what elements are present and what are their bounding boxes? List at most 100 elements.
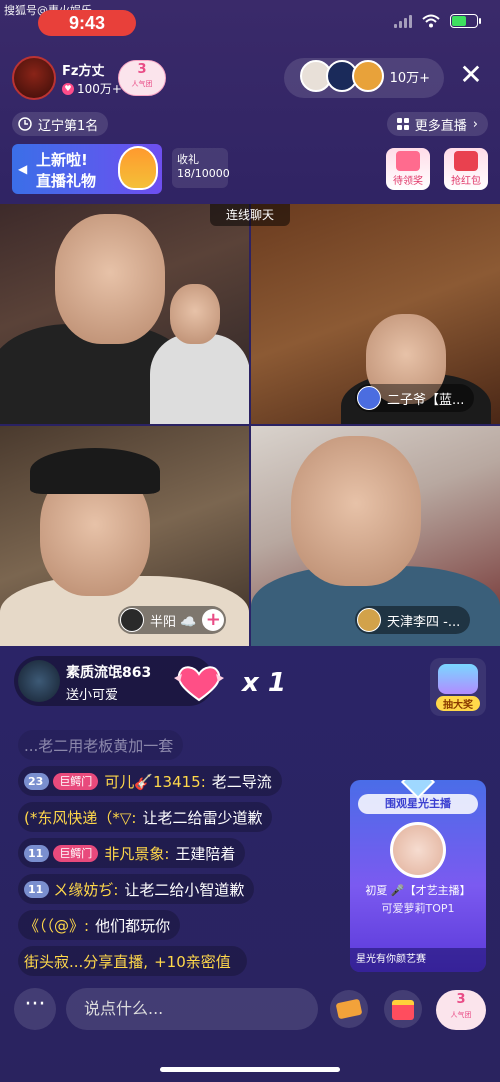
star-anchor-tag: 可爱萝莉TOP1 (381, 902, 455, 915)
viewer-avatar[interactable] (351, 60, 384, 92)
gift-box-icon[interactable] (384, 990, 422, 1028)
heart-gift-icon (174, 666, 224, 702)
tile-avatar (120, 608, 144, 632)
gift-name: 送小可爱 (66, 688, 119, 703)
chat-username[interactable]: 街头寂...分享直播, (24, 951, 148, 972)
star-card-footer: 星光有你颜艺赛 (350, 948, 486, 972)
heart-icon: ♥ (62, 82, 74, 95)
guest-face (170, 284, 220, 344)
chat-text: +10亲密值 (154, 952, 231, 971)
tile-avatar (357, 386, 381, 410)
chat-input[interactable] (66, 988, 318, 1030)
chat-username[interactable]: ㄨ缘妨ぢ: (53, 879, 118, 900)
task-icon (396, 151, 420, 171)
gift-sender-avatar[interactable] (18, 660, 60, 702)
tile-name-2[interactable]: 二子爷【蓝... (355, 384, 475, 412)
level-badge: 11 (24, 880, 50, 898)
gift-progress[interactable]: 收礼 18/10000 (172, 148, 230, 188)
person-face (291, 436, 421, 586)
host-fans-count: 100万+ (77, 82, 122, 96)
host-avatar[interactable] (12, 56, 56, 100)
battery-icon (450, 14, 481, 28)
chat-username[interactable]: 非凡景象: (104, 843, 169, 864)
red-packet-icon (454, 151, 478, 171)
video-tile-4[interactable]: 天津李四 -... (251, 426, 500, 646)
task-reward-button[interactable]: 待领奖 (386, 148, 430, 190)
star-anchor-avatar[interactable] (390, 822, 446, 878)
gift-progress-label: 收礼 (177, 153, 199, 166)
tile-name-3[interactable]: 半阳 ☁️ + (118, 606, 227, 634)
gift-progress-value: 18/10000 (177, 167, 230, 180)
tile-avatar (357, 608, 381, 632)
chat-message[interactable]: (*东风快递（*▽: 让老二给雷少道歉 (18, 802, 273, 832)
chat-message[interactable]: ...老二用老板黄加一套 (18, 730, 184, 760)
chat-text: 王建陪着 (175, 844, 236, 863)
status-time: 9:43 (38, 10, 136, 36)
close-icon[interactable]: ✕ (454, 60, 488, 94)
popularity-level: 3 (137, 62, 147, 77)
host-fans: ♥ 100万+ (62, 80, 122, 97)
video-tile-3[interactable]: 半阳 ☁️ + (0, 426, 249, 646)
mascot-icon (118, 146, 158, 190)
rank-icon (18, 117, 32, 131)
fan-club-badge: 巨鳄门 (53, 844, 99, 862)
chat-username[interactable]: (*东风快递（*▽: (24, 807, 136, 828)
chat-text: 他们都玩你 (95, 916, 171, 935)
star-anchor-card[interactable]: 围观星光主播 初夏 🎤【才艺主播】 可爱萝莉TOP1 星光有你颜艺赛 (350, 780, 486, 972)
gift-multiplier: x 1 (242, 668, 286, 698)
more-live-label: 更多直播 (414, 118, 467, 134)
more-options-button[interactable]: ··· (14, 988, 56, 1030)
star-anchor-name: 初夏 🎤【才艺主播】 (365, 884, 471, 897)
chat-message[interactable]: 23 巨鳄门 可儿🎸13415: 老二导流 (18, 766, 282, 796)
chat-text: 让老二给雷少道歉 (142, 808, 263, 827)
more-live-button[interactable]: 更多直播 › (386, 112, 488, 136)
bottom-popularity-badge[interactable]: 3 人气团 (436, 990, 486, 1030)
level-badge: 23 (24, 772, 50, 790)
grid-icon (396, 118, 409, 130)
bottom-bar: ··· 3 人气团 (0, 988, 500, 1032)
chat-message[interactable]: 11 ㄨ缘妨ぢ: 让老二给小智道歉 (18, 874, 255, 904)
home-indicator[interactable] (160, 1067, 340, 1072)
popularity-badge[interactable]: 3 人气团 (118, 60, 166, 96)
status-bar: 9:43 (0, 0, 500, 44)
host-name[interactable]: Fz方丈 (62, 60, 104, 79)
status-icons (394, 14, 481, 28)
video-grid: 二子爷【蓝... 半阳 ☁️ + 天津李四 -... (0, 204, 500, 646)
viewer-avatars[interactable]: 10万+ (299, 60, 430, 92)
chat-text: 让老二给小智道歉 (124, 880, 245, 899)
fan-club-badge: 巨鳄门 (53, 772, 99, 790)
video-tile-2[interactable]: 二子爷【蓝... (251, 204, 500, 424)
chat-list: ...老二用老板黄加一套 23 巨鳄门 可儿🎸13415: 老二导流 (*东风快… (18, 730, 338, 982)
chat-text: 老二导流 (211, 772, 272, 791)
link-mic-label: 连线聊天 (210, 204, 290, 226)
chat-username[interactable]: 可儿🎸13415: (104, 771, 205, 792)
play-icon: ◀ (18, 162, 28, 176)
popularity-text: 人气团 (131, 80, 153, 88)
tile-name-4[interactable]: 天津李四 -... (355, 606, 471, 634)
signal-icon (394, 14, 412, 28)
follow-plus-icon[interactable]: + (202, 609, 225, 631)
wifi-icon (422, 14, 440, 28)
chat-message[interactable]: 11 巨鳄门 非凡景象: 王建陪着 (18, 838, 246, 868)
chat-message[interactable]: 《（（@》: 他们都玩你 (18, 910, 181, 940)
gift-sender-name: 素质流氓863 (66, 665, 152, 681)
chat-message[interactable]: 街头寂...分享直播, +10亲密值 (18, 946, 247, 976)
red-packet-button[interactable]: 抢红包 (444, 148, 488, 190)
lottery-button[interactable]: 抽大奖 (430, 658, 486, 716)
chevron-right-icon: › (472, 116, 478, 132)
level-badge: 11 (24, 844, 50, 862)
lottery-box-icon (438, 664, 478, 694)
rank-label: 辽宁第1名 (38, 118, 99, 134)
rank-chip[interactable]: 辽宁第1名 (12, 112, 109, 136)
mini-badges: 待领奖 抢红包 (386, 148, 488, 190)
cap-shape (30, 448, 160, 494)
video-tile-host[interactable] (0, 204, 249, 424)
ticket-icon[interactable] (330, 990, 368, 1028)
person-face (55, 214, 165, 344)
viewer-count: 10万+ (389, 70, 430, 86)
promo-banner[interactable]: ◀ 上新啦! 直播礼物 (12, 144, 162, 194)
guest-body (150, 334, 249, 424)
lottery-label: 抽大奖 (436, 696, 480, 711)
chat-username[interactable]: 《（（@》: (24, 915, 89, 936)
host-header: Fz方丈 ♥ 100万+ 3 人气团 10万+ ✕ (12, 56, 488, 100)
